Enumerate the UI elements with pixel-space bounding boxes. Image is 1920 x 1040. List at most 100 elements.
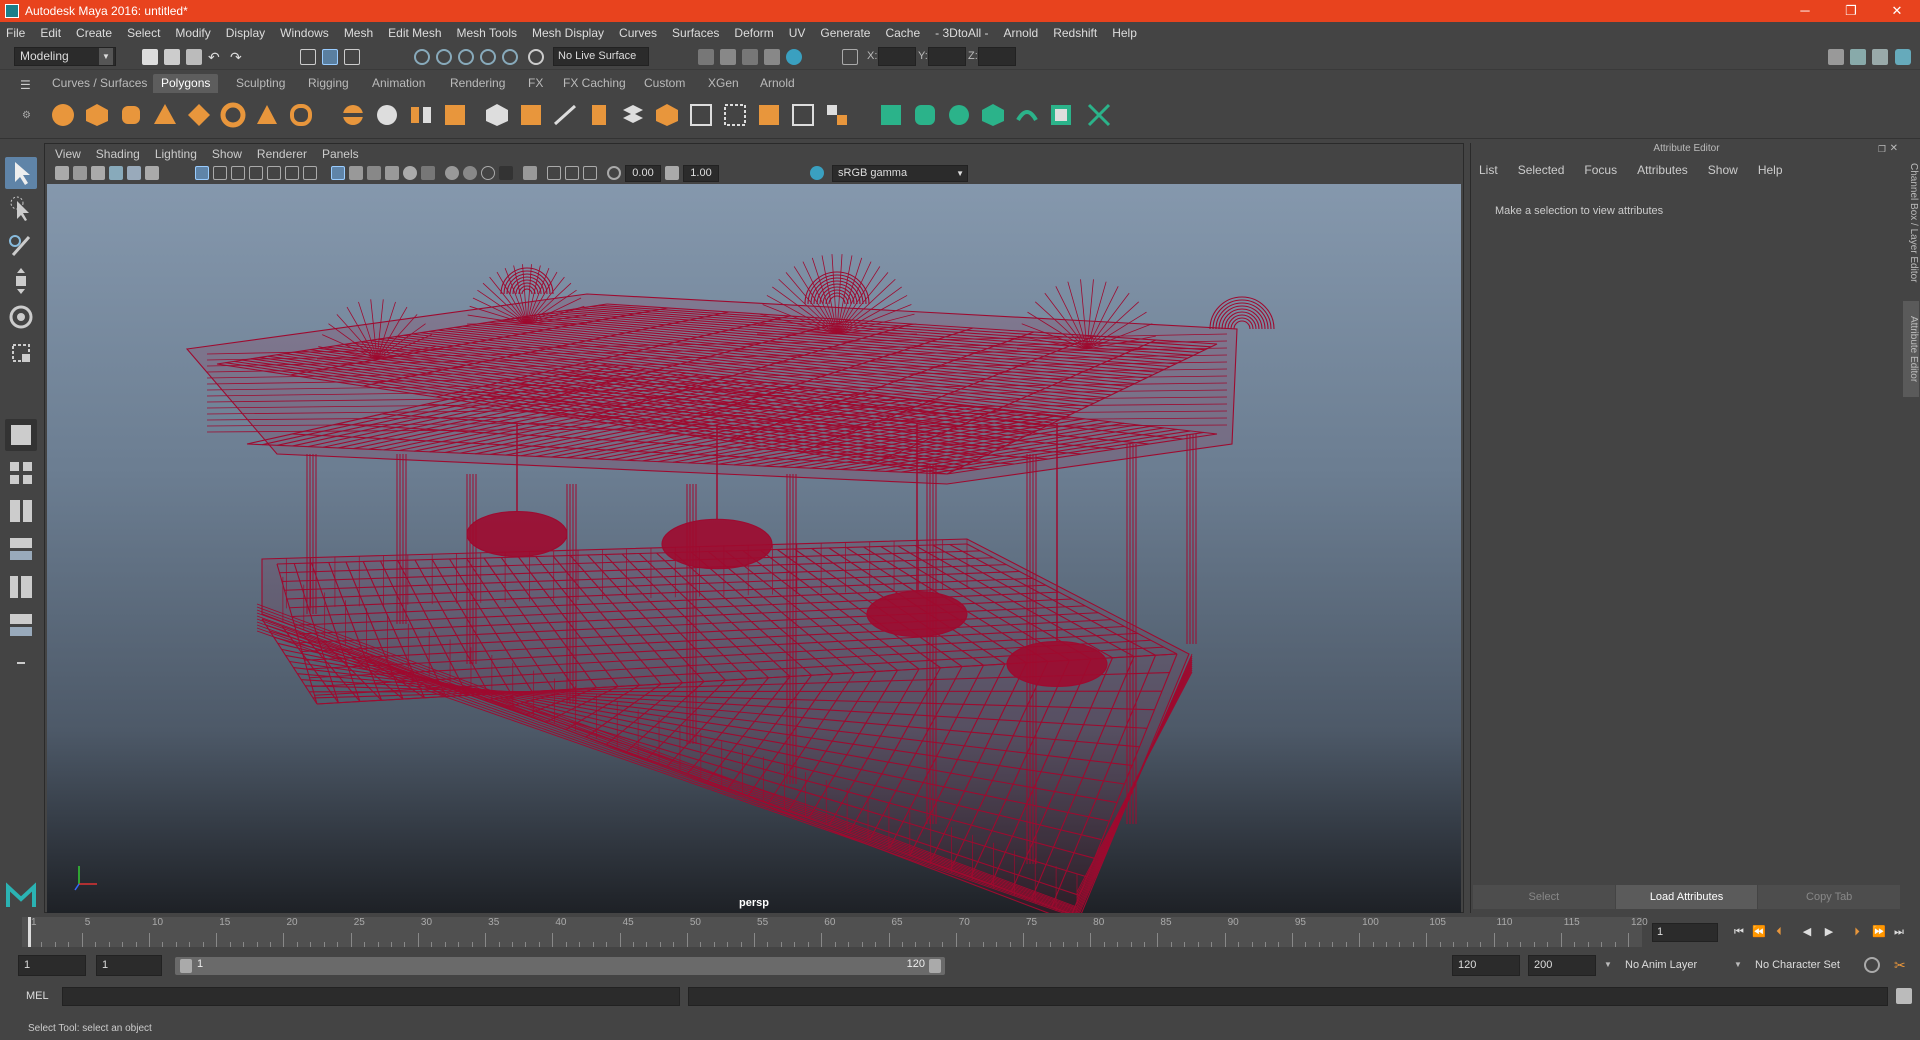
animation-end-field[interactable]: 200: [1528, 955, 1596, 976]
tab-fx[interactable]: FX: [520, 74, 551, 93]
viewport-3d-scene[interactable]: persp: [47, 184, 1461, 913]
multi-cut-icon[interactable]: [688, 102, 714, 128]
poly-cube-icon[interactable]: [84, 102, 110, 128]
undo-icon[interactable]: ↶: [208, 49, 224, 65]
open-scene-icon[interactable]: [164, 49, 180, 65]
extrude-icon[interactable]: [518, 102, 544, 128]
menu-file[interactable]: File: [6, 26, 25, 40]
use-all-lights-icon[interactable]: [403, 166, 417, 180]
time-ruler[interactable]: 1 5 10 15 20 25 30 35 40 45 50 55 60 65 70 75 80 85 90 95 10…: [22, 917, 1648, 947]
save-scene-icon[interactable]: [186, 49, 202, 65]
character-set-dropdown[interactable]: No Character Set: [1750, 955, 1868, 976]
current-frame-field[interactable]: 1: [1652, 923, 1718, 942]
tab-animation[interactable]: Animation: [364, 74, 433, 93]
layout-toggle-icon[interactable]: [5, 647, 37, 679]
menu-edit-mesh[interactable]: Edit Mesh: [388, 26, 441, 40]
range-start-handle[interactable]: [180, 959, 192, 973]
combine-icon[interactable]: [340, 102, 366, 128]
image-plane-icon[interactable]: [109, 166, 123, 180]
menu-cache[interactable]: Cache: [885, 26, 920, 40]
snap-curve-icon[interactable]: [436, 49, 452, 65]
anti-aliasing-icon[interactable]: [481, 166, 495, 180]
2d-pan-zoom-icon[interactable]: [127, 166, 141, 180]
range-end-handle[interactable]: [929, 959, 941, 973]
script-editor-icon[interactable]: [1896, 988, 1912, 1004]
tab-sculpting[interactable]: Sculpting: [228, 74, 293, 93]
menu-mesh-display[interactable]: Mesh Display: [532, 26, 604, 40]
checker-map-icon[interactable]: [1048, 102, 1074, 128]
ae-menu-help[interactable]: Help: [1758, 163, 1783, 177]
four-pane-layout-icon[interactable]: [5, 457, 37, 489]
lasso-tool-icon[interactable]: [5, 193, 37, 225]
resolution-gate-icon[interactable]: [231, 166, 245, 180]
new-scene-icon[interactable]: [142, 49, 158, 65]
viewport-menu-show[interactable]: Show: [212, 147, 242, 161]
transform-mode-icon[interactable]: [842, 49, 858, 65]
snap-live-icon[interactable]: [502, 49, 518, 65]
menu-generate[interactable]: Generate: [820, 26, 870, 40]
paint-select-icon[interactable]: [5, 229, 37, 261]
play-backwards-icon[interactable]: ◀: [1800, 925, 1814, 939]
xray-active-icon[interactable]: [565, 166, 579, 180]
animation-start-field[interactable]: 1: [18, 955, 86, 976]
playback-start-field[interactable]: 1: [96, 955, 162, 976]
poly-cone-icon[interactable]: [152, 102, 178, 128]
uv-editor-icon[interactable]: [1014, 102, 1040, 128]
close-button[interactable]: ✕: [1874, 0, 1920, 22]
xray-joints-icon[interactable]: [547, 166, 561, 180]
bevel-icon[interactable]: [586, 102, 612, 128]
chevron-down-icon[interactable]: ▼: [1734, 960, 1742, 969]
animation-prefs-icon[interactable]: ✂: [1894, 957, 1910, 973]
modeling-toolkit-icon[interactable]: [1828, 49, 1844, 65]
symmetry-icon[interactable]: [1086, 102, 1112, 128]
play-forwards-icon[interactable]: ▶: [1822, 925, 1836, 939]
tool-settings-icon[interactable]: [1872, 49, 1888, 65]
current-time-marker[interactable]: [28, 917, 31, 947]
shadows-icon[interactable]: [421, 166, 435, 180]
minimize-button[interactable]: ─: [1782, 0, 1828, 22]
menu-curves[interactable]: Curves: [619, 26, 657, 40]
ae-menu-attributes[interactable]: Attributes: [1637, 163, 1688, 177]
redo-icon[interactable]: ↷: [230, 49, 246, 65]
merge-icon[interactable]: [790, 102, 816, 128]
render-settings-icon[interactable]: [764, 49, 780, 65]
depth-of-field-icon[interactable]: [499, 166, 513, 180]
ipr-render-icon[interactable]: [742, 49, 758, 65]
snap-view-plane-icon[interactable]: [480, 49, 496, 65]
smooth-shade-icon[interactable]: [349, 166, 363, 180]
render-view-icon[interactable]: [698, 49, 714, 65]
bookmark-icon[interactable]: [91, 166, 105, 180]
ae-menu-focus[interactable]: Focus: [1584, 163, 1617, 177]
camera-attributes-icon[interactable]: [73, 166, 87, 180]
z-input[interactable]: [978, 47, 1016, 66]
tab-curves-surfaces[interactable]: Curves / Surfaces: [44, 74, 155, 93]
ambient-occlusion-icon[interactable]: [445, 166, 459, 180]
color-space-dropdown[interactable]: sRGB gamma ▼: [832, 165, 968, 182]
safe-action-icon[interactable]: [285, 166, 299, 180]
gamma-icon[interactable]: [665, 166, 679, 180]
tab-fx-caching[interactable]: FX Caching: [555, 74, 634, 93]
exposure-field[interactable]: 0.00: [625, 165, 661, 182]
color-management-icon[interactable]: [810, 166, 824, 180]
poly-torus-icon[interactable]: [220, 102, 246, 128]
grease-pencil-icon[interactable]: [145, 166, 159, 180]
menu-arnold[interactable]: Arnold: [1004, 26, 1039, 40]
maximize-button[interactable]: ❐: [1828, 0, 1874, 22]
workspace-dropdown[interactable]: Modeling ▼: [14, 47, 116, 66]
bridge-icon[interactable]: [552, 102, 578, 128]
graph-editor-layout-icon[interactable]: [5, 609, 37, 641]
tab-channel-box[interactable]: Channel Box / Layer Editor: [1903, 153, 1919, 293]
go-to-end-icon[interactable]: ⏭: [1892, 925, 1906, 939]
mel-input[interactable]: [62, 987, 680, 1006]
wireframe-on-shaded-icon[interactable]: [367, 166, 381, 180]
camera-gate-icon[interactable]: [583, 166, 597, 180]
viewport-menu-view[interactable]: View: [55, 147, 81, 161]
ae-menu-show[interactable]: Show: [1708, 163, 1738, 177]
viewport-menu-lighting[interactable]: Lighting: [155, 147, 197, 161]
single-pane-layout-icon[interactable]: [5, 419, 37, 451]
auto-key-icon[interactable]: [1864, 957, 1880, 973]
hypershade-icon[interactable]: [786, 49, 802, 65]
motion-blur-icon[interactable]: [463, 166, 477, 180]
anim-layer-dropdown[interactable]: No Anim Layer: [1620, 955, 1738, 976]
menu-surfaces[interactable]: Surfaces: [672, 26, 719, 40]
